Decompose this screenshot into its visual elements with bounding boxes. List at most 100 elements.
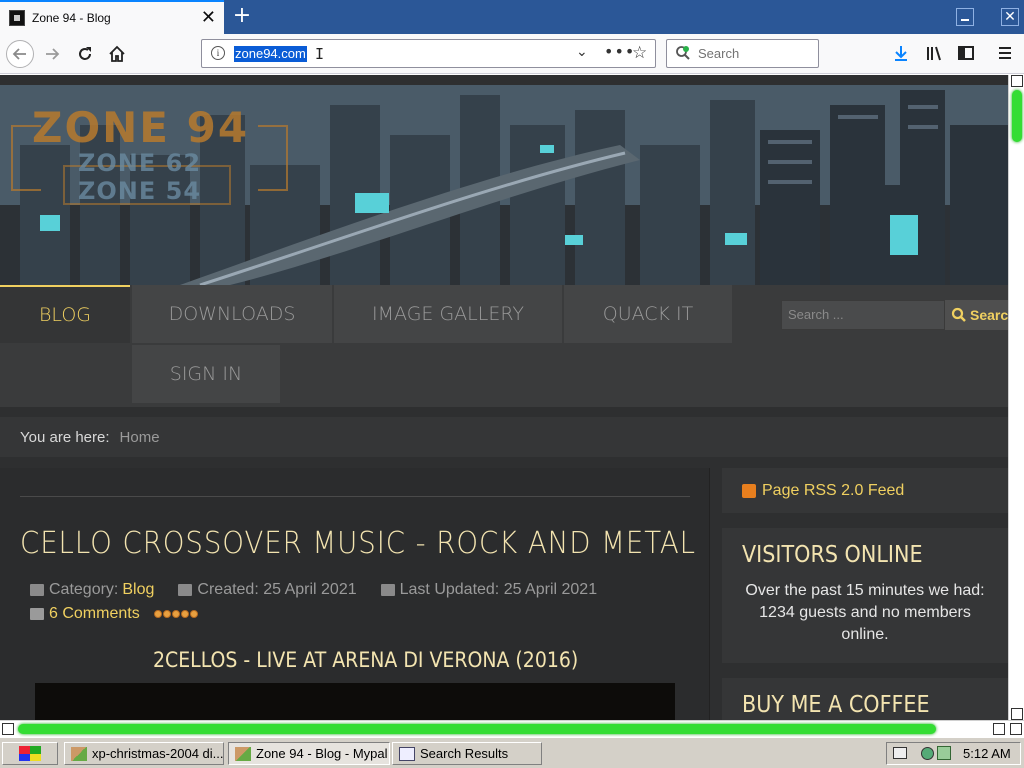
- site-search-input[interactable]: Search ...: [781, 300, 945, 330]
- menu-item-sign-in[interactable]: SIGN IN: [132, 345, 280, 403]
- divider: [20, 496, 690, 497]
- address-bar[interactable]: i zone94.com I ⌄ ••• ☆: [201, 39, 656, 68]
- menu-item-image-gallery[interactable]: IMAGE GALLERY: [334, 285, 562, 343]
- search-icon: [951, 307, 966, 322]
- taskbar-item[interactable]: Search Results: [392, 742, 542, 765]
- breadcrumb-home-link[interactable]: Home: [120, 429, 160, 446]
- calendar-icon: [380, 584, 395, 596]
- bookmark-star-icon[interactable]: ☆: [632, 43, 647, 63]
- site-logo[interactable]: ZONE 94: [32, 103, 249, 152]
- sidebar-toggle-icon[interactable]: [957, 44, 975, 62]
- browser-search-box[interactable]: Search: [666, 39, 819, 68]
- network-icon[interactable]: [921, 747, 934, 760]
- site-search-button[interactable]: Search: [945, 300, 1008, 330]
- volume-icon[interactable]: [937, 746, 951, 760]
- calendar-icon: [178, 584, 193, 596]
- forward-button[interactable]: [38, 40, 66, 68]
- browser-toolbar: i zone94.com I ⌄ ••• ☆ Search: [0, 34, 1024, 74]
- url-text[interactable]: zone94.com: [234, 46, 307, 62]
- hamburger-menu-icon[interactable]: [996, 44, 1014, 62]
- created-date: Created: 25 April 2021: [197, 581, 357, 598]
- site-info-icon[interactable]: i: [211, 46, 225, 60]
- article-title[interactable]: CELLO CROSSOVER MUSIC - ROCK AND METAL: [20, 526, 696, 561]
- rating-stars[interactable]: [153, 610, 198, 618]
- search-icon: [676, 46, 690, 60]
- site-logo-sub: ZONE 62: [78, 149, 202, 177]
- tab-title: Zone 94 - Blog: [32, 11, 111, 25]
- rating-star-icon[interactable]: [189, 610, 198, 618]
- keyboard-icon[interactable]: [893, 747, 907, 759]
- reload-button[interactable]: [71, 40, 99, 68]
- clock[interactable]: 5:12 AM: [963, 746, 1011, 761]
- back-button[interactable]: [6, 40, 34, 68]
- menu-item-quack-it[interactable]: QUACK IT: [564, 285, 732, 343]
- rss-feed-link[interactable]: Page RSS 2.0 Feed: [762, 482, 904, 500]
- browser-tab-strip: Zone 94 - Blog ✕ + ✕: [0, 0, 1024, 34]
- menu-item-blog[interactable]: BLOG: [0, 285, 130, 343]
- taskbar-item[interactable]: xp-christmas-2004 di...: [64, 742, 224, 765]
- taskbar-item-label: xp-christmas-2004 di...: [92, 746, 224, 761]
- scroll-right-button[interactable]: [993, 723, 1005, 735]
- rss-icon: [742, 483, 756, 498]
- page-actions-more-icon[interactable]: •••: [604, 42, 635, 61]
- web-page: ZONE 94 ZONE 62 ZONE 54 BLOG DOWNLOADS I…: [0, 75, 1008, 720]
- menu-item-downloads[interactable]: DOWNLOADS: [132, 285, 332, 343]
- site-logo-sub: ZONE 54: [78, 177, 202, 205]
- vertical-scroll-thumb[interactable]: [1012, 90, 1022, 142]
- site-sidebar: Page RSS 2.0 Feed VISITORS ONLINE Over t…: [720, 468, 1008, 720]
- comment-icon: [30, 608, 44, 620]
- system-tray: 5:12 AM: [886, 742, 1021, 765]
- app-icon: [71, 746, 87, 761]
- taskbar-item-label: Zone 94 - Blog - Mypal: [256, 746, 388, 761]
- browser-tab[interactable]: Zone 94 - Blog ✕: [0, 0, 224, 34]
- rss-widget: Page RSS 2.0 Feed: [722, 468, 1008, 513]
- video-embed[interactable]: [35, 683, 675, 720]
- taskbar-item-active[interactable]: Zone 94 - Blog - Mypal: [228, 742, 390, 765]
- library-icon[interactable]: [925, 44, 943, 62]
- scroll-left-button[interactable]: [2, 723, 14, 735]
- new-tab-plus-icon[interactable]: +: [230, 3, 254, 29]
- site-favicon-icon: [9, 10, 25, 26]
- download-icon[interactable]: [892, 44, 910, 62]
- reload-icon: [79, 47, 91, 60]
- site-search-button-label: Search: [970, 307, 1008, 323]
- coffee-widget: BUY ME A COFFEE: [722, 678, 1008, 720]
- search-placeholder: Search: [698, 46, 740, 61]
- scroll-corner: [1010, 723, 1022, 735]
- folder-icon: [30, 584, 44, 596]
- taskbar-item-label: Search Results: [420, 746, 509, 761]
- rating-star-icon[interactable]: [171, 610, 180, 618]
- start-button[interactable]: [2, 742, 58, 765]
- visitors-widget: VISITORS ONLINE Over the past 15 minutes…: [722, 528, 1008, 663]
- rating-star-icon[interactable]: [153, 610, 162, 618]
- site-main-menu: BLOG DOWNLOADS IMAGE GALLERY QUACK IT SI…: [0, 285, 1008, 407]
- comments-link[interactable]: 6 Comments: [49, 605, 140, 623]
- coffee-title: BUY ME A COFFEE: [742, 692, 930, 718]
- visitors-title: VISITORS ONLINE: [742, 542, 923, 568]
- rating-star-icon[interactable]: [180, 610, 189, 618]
- arrow-right-icon: [46, 48, 60, 60]
- window-close-button[interactable]: ✕: [1001, 8, 1019, 26]
- horizontal-scroll-thumb[interactable]: [18, 724, 936, 734]
- close-tab-icon[interactable]: ✕: [201, 8, 216, 28]
- os-taskbar: xp-christmas-2004 di... Zone 94 - Blog -…: [0, 737, 1024, 768]
- scroll-down-button[interactable]: [1011, 708, 1023, 720]
- category-link[interactable]: Blog: [122, 581, 154, 599]
- vertical-scrollbar[interactable]: [1008, 75, 1024, 720]
- home-button[interactable]: [103, 40, 131, 68]
- horizontal-scrollbar[interactable]: [0, 720, 1024, 737]
- scroll-up-button[interactable]: [1011, 75, 1023, 87]
- breadcrumb-label: You are here:: [20, 428, 110, 446]
- visitors-text: Over the past 15 minutes we had: 1234 gu…: [745, 582, 985, 643]
- chevron-down-icon[interactable]: ⌄: [576, 44, 588, 60]
- site-banner: ZONE 94 ZONE 62 ZONE 54: [0, 85, 1008, 285]
- article: CELLO CROSSOVER MUSIC - ROCK AND METAL C…: [0, 468, 710, 720]
- video-title: 2CELLOS - LIVE AT ARENA DI VERONA (2016): [153, 648, 579, 672]
- arrow-left-icon: [12, 48, 26, 60]
- rating-star-icon[interactable]: [162, 610, 171, 618]
- logo-bracket: [258, 125, 288, 191]
- window-minimize-button[interactable]: [956, 8, 974, 26]
- updated-date: Last Updated: 25 April 2021: [399, 581, 598, 598]
- search-results-window-icon: [399, 746, 415, 761]
- category-label: Category:: [49, 581, 119, 598]
